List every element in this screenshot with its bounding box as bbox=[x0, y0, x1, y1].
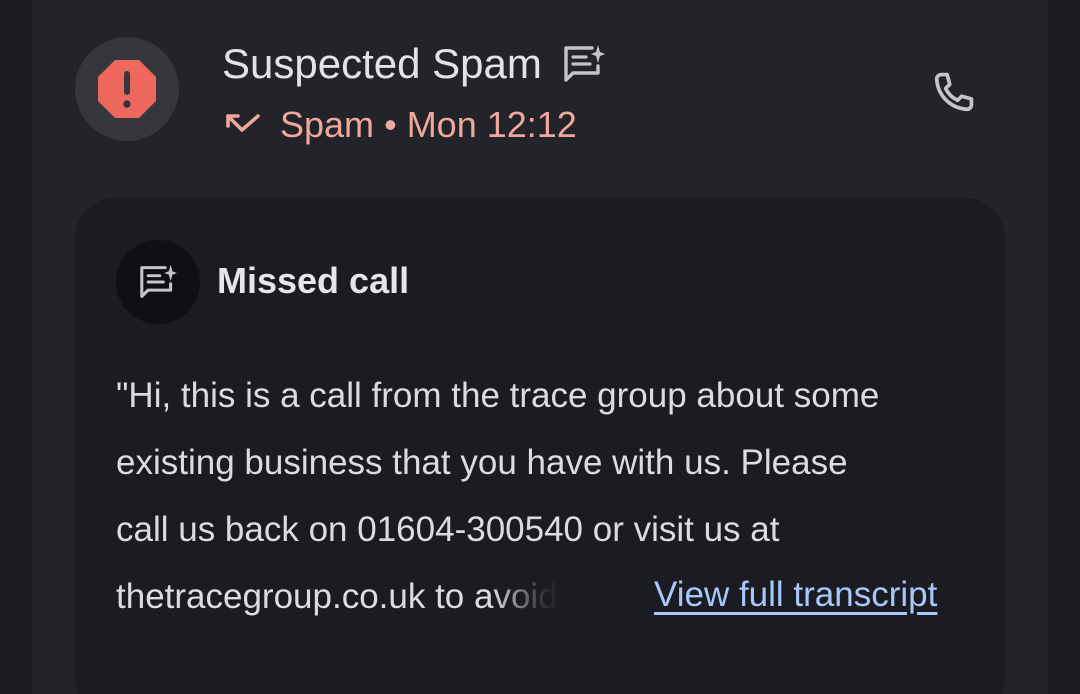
transcript-line: call us back on 01604-300540 or visit us… bbox=[116, 510, 780, 549]
call-type-label: Spam bbox=[280, 104, 375, 145]
transcript-line: "Hi, this is a call from the trace group… bbox=[116, 376, 880, 415]
ai-transcript-icon bbox=[140, 264, 177, 298]
caller-title: Suspected Spam bbox=[222, 40, 542, 87]
call-details-screen: Suspected Spam Spam • Mon 12:12 Missed c… bbox=[0, 0, 1080, 694]
ai-transcript-icon bbox=[564, 45, 605, 82]
meta-separator: • bbox=[384, 104, 397, 145]
spam-warning-icon bbox=[98, 60, 156, 118]
view-full-transcript-link[interactable]: View full transcript bbox=[654, 572, 937, 618]
right-edge bbox=[1048, 0, 1080, 694]
transcript-line-truncated: thetracegroup.co.uk to avoid bbox=[116, 563, 562, 630]
transcript-line: existing business that you have with us.… bbox=[116, 443, 848, 482]
call-back-button[interactable] bbox=[915, 55, 991, 131]
left-edge bbox=[0, 0, 32, 694]
caller-avatar[interactable] bbox=[75, 37, 179, 141]
phone-icon bbox=[934, 72, 974, 112]
call-time: Mon 12:12 bbox=[406, 104, 577, 145]
card-title: Missed call bbox=[217, 260, 410, 301]
call-meta: Spam • Mon 12:12 bbox=[280, 102, 577, 148]
card-icon-container bbox=[116, 240, 200, 324]
missed-call-icon bbox=[226, 114, 260, 132]
